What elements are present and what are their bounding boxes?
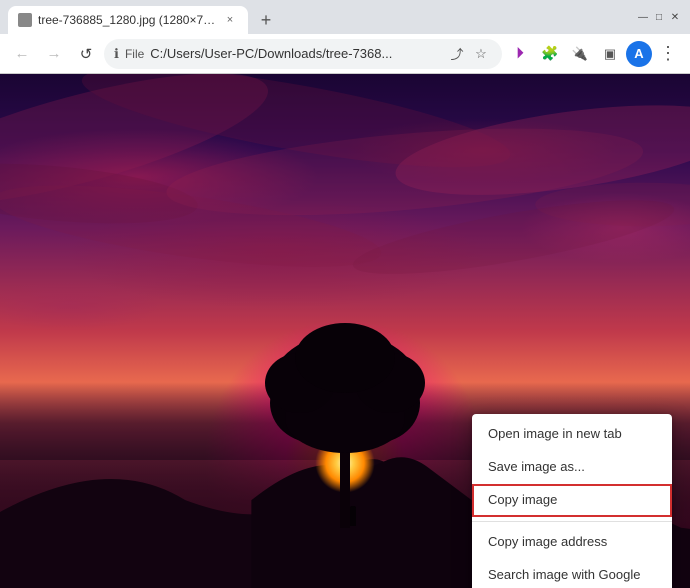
context-menu-copy-address[interactable]: Copy image address [472, 526, 672, 559]
new-tab-button[interactable]: + [252, 6, 280, 34]
bookmark-icon[interactable]: ☆ [470, 43, 492, 65]
minimize-button[interactable]: — [636, 10, 650, 24]
toolbar: ← → ↺ ℹ File C:/Users/User-PC/Downloads/… [0, 34, 690, 74]
address-text: C:/Users/User-PC/Downloads/tree-7368... [150, 46, 440, 61]
tab-favicon [18, 13, 32, 27]
address-actions: ⤴ ☆ [446, 43, 492, 65]
maximize-button[interactable]: □ [652, 10, 666, 24]
extensions-puzzle-icon[interactable]: 🔌 [566, 40, 594, 68]
tab-strip: tree-736885_1280.jpg (1280×79… × + [8, 0, 628, 34]
close-window-button[interactable]: ✕ [668, 10, 682, 24]
refresh-button[interactable]: ↺ [72, 40, 100, 68]
menu-icon[interactable]: ⋮ [654, 40, 682, 68]
active-tab[interactable]: tree-736885_1280.jpg (1280×79… × [8, 6, 248, 34]
window-controls: — □ ✕ [636, 10, 682, 24]
sidebar-icon[interactable]: ▣ [596, 40, 624, 68]
context-menu-save-image[interactable]: Save image as... [472, 451, 672, 484]
back-button[interactable]: ← [8, 40, 36, 68]
window-chrome: tree-736885_1280.jpg (1280×79… × + — □ ✕… [0, 0, 690, 74]
context-menu-copy-image[interactable]: Copy image [472, 484, 672, 517]
tree-svg [245, 308, 445, 528]
share-icon[interactable]: ⤴ [446, 43, 468, 65]
context-menu-open-new-tab[interactable]: Open image in new tab [472, 418, 672, 451]
extensions-icon[interactable]: 🧩 [536, 40, 564, 68]
context-menu-divider [472, 521, 672, 522]
context-menu-search-image[interactable]: Search image with Google [472, 559, 672, 588]
media-button[interactable]: ⏵ [506, 40, 534, 68]
context-menu: Open image in new tab Save image as... C… [472, 414, 672, 588]
person-silhouette [350, 506, 356, 526]
file-label: File [125, 47, 144, 61]
title-bar: tree-736885_1280.jpg (1280×79… × + — □ ✕ [0, 0, 690, 34]
tab-title: tree-736885_1280.jpg (1280×79… [38, 13, 216, 27]
forward-button[interactable]: → [40, 40, 68, 68]
toolbar-right: ⏵ 🧩 🔌 ▣ A ⋮ [506, 40, 682, 68]
content-area: Open image in new tab Save image as... C… [0, 74, 690, 588]
address-bar[interactable]: ℹ File C:/Users/User-PC/Downloads/tree-7… [104, 39, 502, 69]
profile-button[interactable]: A [626, 41, 652, 67]
tab-close-button[interactable]: × [222, 12, 238, 28]
info-icon: ℹ [114, 46, 119, 62]
